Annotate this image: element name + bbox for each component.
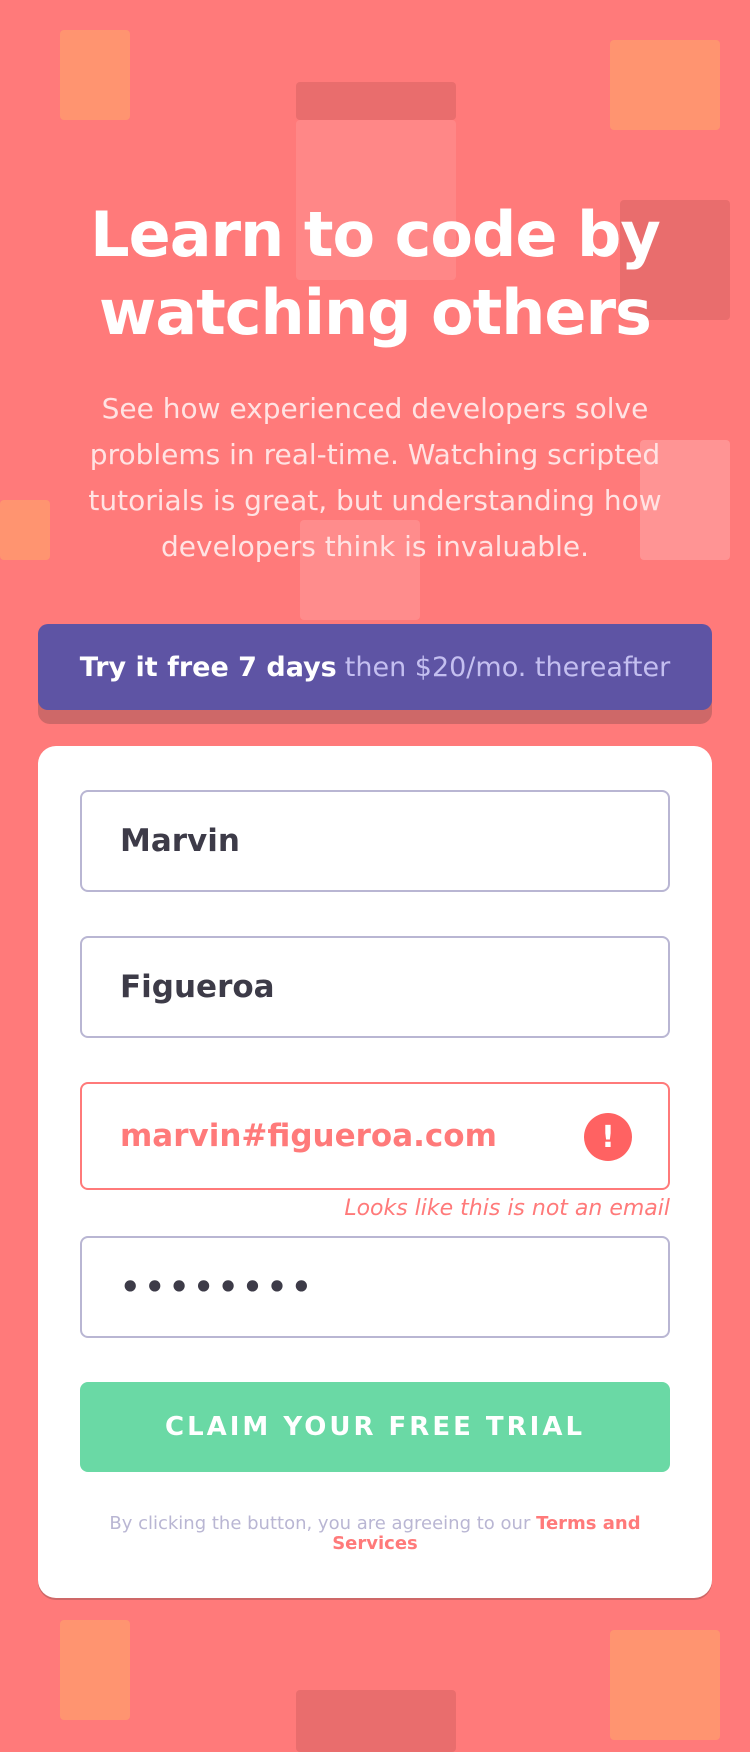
signup-form-card: Marvin Figueroa marvin#figueroa.com ! Lo… — [38, 746, 712, 1598]
first-name-input[interactable]: Marvin — [80, 790, 670, 892]
password-value: •••••••• — [120, 1268, 316, 1306]
terms-notice: By clicking the button, you are agreeing… — [98, 1514, 652, 1554]
claim-free-trial-button[interactable]: CLAIM YOUR FREE TRIAL — [80, 1382, 670, 1472]
password-input[interactable]: •••••••• — [80, 1236, 670, 1338]
error-icon: ! — [584, 1113, 632, 1161]
promo-rest-text: then $20/mo. thereafter — [344, 651, 671, 683]
hero-description: See how experienced developers solve pro… — [88, 392, 662, 563]
promo-strong-text: Try it free 7 days — [79, 651, 337, 683]
bg-decoration — [296, 82, 456, 120]
bg-decoration — [610, 40, 720, 130]
promo-banner: Try it free 7 days then $20/mo. thereaft… — [38, 624, 712, 710]
last-name-value: Figueroa — [120, 969, 275, 1005]
last-name-input[interactable]: Figueroa — [80, 936, 670, 1038]
email-error-message: Looks like this is not an email — [344, 1196, 670, 1221]
bg-decoration — [610, 1630, 720, 1740]
first-name-value: Marvin — [120, 823, 240, 859]
bg-decoration — [60, 30, 130, 120]
bg-decoration — [60, 1620, 130, 1720]
email-value: marvin#figueroa.com — [120, 1118, 497, 1154]
hero-title: Learn to code by watching others — [90, 198, 661, 349]
terms-text: By clicking the button, you are agreeing… — [109, 1513, 531, 1534]
bg-decoration — [296, 1690, 456, 1752]
email-input[interactable]: marvin#figueroa.com ! — [80, 1082, 670, 1190]
